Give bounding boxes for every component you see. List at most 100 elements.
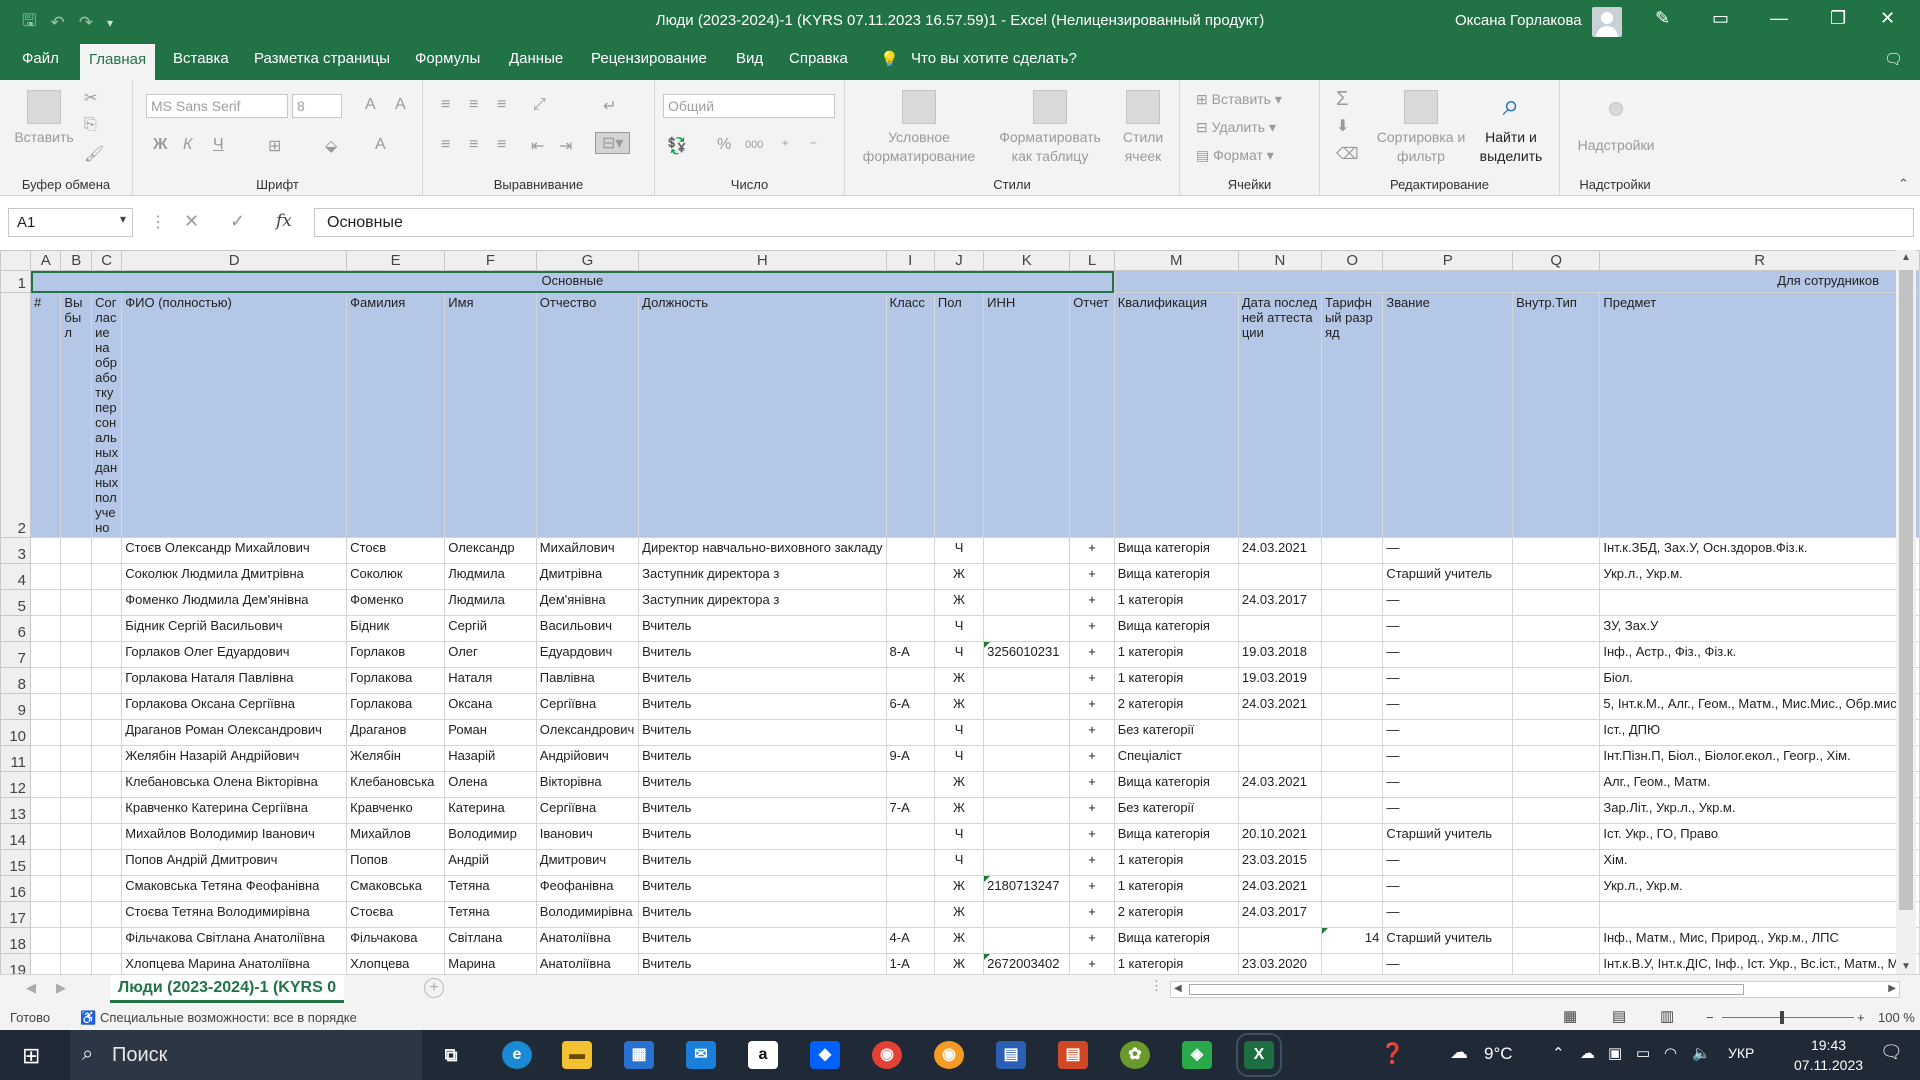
- table-cell[interactable]: [91, 875, 123, 902]
- table-cell[interactable]: Ж: [933, 953, 985, 974]
- table-cell[interactable]: Вчитель: [638, 875, 887, 902]
- table-cell[interactable]: Володимирівна: [535, 901, 640, 928]
- table-cell[interactable]: 1 категорія: [1113, 589, 1239, 616]
- table-cell[interactable]: Світлана: [444, 927, 537, 954]
- row-header[interactable]: 12: [0, 771, 32, 798]
- table-cell[interactable]: Наталя: [444, 667, 537, 694]
- zoom-out-icon[interactable]: −: [1706, 1010, 1714, 1025]
- table-cell[interactable]: Ж: [933, 875, 985, 902]
- table-cell[interactable]: +: [1069, 771, 1115, 798]
- column-header[interactable]: M: [1113, 250, 1239, 271]
- table-cell[interactable]: 19.03.2019: [1237, 667, 1322, 694]
- table-cell[interactable]: 24.03.2021: [1237, 537, 1322, 564]
- zoom-slider[interactable]: [1722, 1017, 1854, 1018]
- table-cell[interactable]: 6-А: [885, 693, 935, 720]
- table-cell[interactable]: [1237, 563, 1322, 590]
- table-cell[interactable]: [60, 641, 93, 668]
- wifi-icon[interactable]: ◠: [1664, 1044, 1677, 1062]
- map-app-icon[interactable]: ◈: [1182, 1041, 1212, 1069]
- row-header[interactable]: 14: [0, 823, 32, 850]
- table-cell[interactable]: Роман: [444, 719, 537, 746]
- insert-function-button[interactable]: fx: [276, 211, 292, 231]
- paste-button[interactable]: Вставить: [12, 90, 76, 147]
- table-cell[interactable]: [885, 875, 935, 902]
- table-cell[interactable]: Ж: [933, 563, 985, 590]
- row-header[interactable]: 9: [0, 693, 32, 720]
- table-cell[interactable]: —: [1382, 901, 1514, 928]
- tab-insert[interactable]: Вставка: [173, 50, 229, 67]
- scroll-down-icon[interactable]: ▼: [1901, 961, 1911, 972]
- table-cell[interactable]: Горлаков: [346, 641, 446, 668]
- comments-icon[interactable]: 🗨: [1884, 50, 1903, 68]
- table-cell[interactable]: Людмила: [444, 563, 537, 590]
- row-header[interactable]: 11: [0, 745, 32, 772]
- table-cell[interactable]: +: [1069, 875, 1115, 902]
- table-cell[interactable]: Спеціаліст: [1113, 745, 1239, 772]
- table-cell[interactable]: Кравченко: [346, 797, 446, 824]
- table-cell[interactable]: Вчитель: [638, 771, 887, 798]
- table-cell[interactable]: [91, 615, 123, 642]
- table-cell[interactable]: +: [1069, 797, 1115, 824]
- table-cell[interactable]: [30, 719, 62, 746]
- table-cell[interactable]: [983, 563, 1071, 590]
- row-header[interactable]: 15: [0, 849, 32, 876]
- table-cell[interactable]: [1512, 641, 1601, 668]
- close-icon[interactable]: ✕: [1880, 8, 1895, 29]
- mail-icon[interactable]: ✉: [686, 1041, 716, 1069]
- table-cell[interactable]: [60, 771, 93, 798]
- table-cell[interactable]: Оксана: [444, 693, 537, 720]
- field-header[interactable]: Дата последней аттестации: [1237, 292, 1322, 538]
- pen-icon[interactable]: ✎: [1655, 8, 1670, 29]
- table-cell[interactable]: [1320, 953, 1384, 974]
- name-box[interactable]: A1 ▾: [8, 208, 133, 237]
- table-cell[interactable]: [885, 719, 935, 746]
- table-cell[interactable]: [1320, 901, 1384, 928]
- number-format-select[interactable]: Общий: [663, 94, 835, 118]
- table-cell[interactable]: Вища категорія: [1113, 563, 1239, 590]
- cut-icon[interactable]: ✂: [84, 88, 97, 108]
- table-cell[interactable]: [30, 771, 62, 798]
- zoom-in-icon[interactable]: +: [1857, 1010, 1865, 1025]
- field-header[interactable]: Класс: [885, 292, 935, 538]
- table-cell[interactable]: Укр.л., Укр.м.: [1599, 875, 1920, 902]
- conditional-formatting-button[interactable]: Условное форматирование: [857, 90, 981, 166]
- table-cell[interactable]: Хлопцева Марина Анатоліївна: [121, 953, 348, 974]
- align-left-icon[interactable]: ≡: [441, 136, 450, 154]
- column-header[interactable]: Q: [1512, 250, 1601, 271]
- browser-icon[interactable]: ◉: [934, 1041, 964, 1069]
- table-cell[interactable]: [91, 927, 123, 954]
- table-cell[interactable]: Вчитель: [638, 693, 887, 720]
- group-cell-staff[interactable]: Для сотрудников: [1113, 270, 1920, 293]
- edge-icon[interactable]: e: [502, 1041, 532, 1069]
- increase-decimal-icon[interactable]: ⁺: [781, 136, 789, 156]
- table-cell[interactable]: —: [1382, 537, 1514, 564]
- table-cell[interactable]: Ж: [933, 901, 985, 928]
- table-cell[interactable]: 1 категорія: [1113, 953, 1239, 974]
- table-cell[interactable]: Горлакова Наталя Павлівна: [121, 667, 348, 694]
- table-cell[interactable]: Хім.: [1599, 849, 1920, 876]
- sheet-tab-people[interactable]: Люди (2023-2024)-1 (KYRS 0: [110, 975, 345, 1003]
- field-header[interactable]: Отчество: [535, 292, 640, 538]
- table-cell[interactable]: Дмитрович: [535, 849, 640, 876]
- column-header[interactable]: C: [91, 250, 123, 271]
- table-cell[interactable]: 2 категорія: [1113, 901, 1239, 928]
- prev-sheet-icon[interactable]: ◀: [26, 980, 36, 996]
- table-cell[interactable]: Андрійович: [535, 745, 640, 772]
- row-header[interactable]: 2: [0, 292, 32, 538]
- table-cell[interactable]: Інт.к.В.У, Інт.к.ДІС, Інф., Іст. Укр., В…: [1599, 953, 1920, 974]
- table-cell[interactable]: —: [1382, 693, 1514, 720]
- windows-start-icon[interactable]: ⊞: [22, 1043, 40, 1069]
- table-cell[interactable]: Ч: [933, 641, 985, 668]
- row-header[interactable]: 6: [0, 615, 32, 642]
- table-cell[interactable]: [1320, 667, 1384, 694]
- table-cell[interactable]: Михайлов: [346, 823, 446, 850]
- table-cell[interactable]: Сергій: [444, 615, 537, 642]
- table-cell[interactable]: Директор навчально-виховного закладу: [638, 537, 887, 564]
- notifications-icon[interactable]: 🗨: [1880, 1042, 1903, 1063]
- game-app-icon[interactable]: ✿: [1120, 1041, 1150, 1069]
- row-header[interactable]: 4: [0, 563, 32, 590]
- table-cell[interactable]: Феофанівна: [535, 875, 640, 902]
- table-cell[interactable]: [1320, 719, 1384, 746]
- tab-formulas[interactable]: Формулы: [415, 50, 480, 67]
- table-cell[interactable]: [91, 901, 123, 928]
